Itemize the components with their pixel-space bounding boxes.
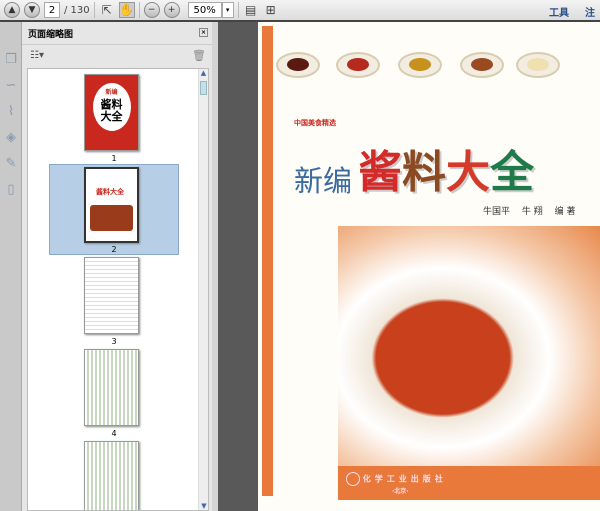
bookmark-icon[interactable]: ❐ bbox=[4, 52, 18, 67]
title-char: 全 bbox=[490, 147, 535, 198]
panel-toolbar: ☷▾ 🗑 bbox=[22, 45, 212, 65]
select-tool-icon[interactable]: ⇱ bbox=[99, 2, 115, 18]
sauce-bowl bbox=[276, 52, 320, 78]
tools-button[interactable]: 工具 bbox=[549, 4, 569, 19]
panel-splitter[interactable] bbox=[212, 22, 218, 511]
previous-page-button[interactable]: ▲ bbox=[4, 2, 20, 18]
thumbnail-label: 4 bbox=[111, 429, 117, 438]
publisher: 化学工业出版社 bbox=[362, 474, 447, 484]
thumbnail-page-1[interactable]: 新编 酱料 大全 bbox=[84, 74, 139, 151]
sauce-bowl bbox=[460, 52, 504, 78]
thumbnail-label: 1 bbox=[111, 154, 117, 163]
publisher-city: ·北京· bbox=[392, 488, 409, 495]
document-page: 中国美食精选 新编 酱 料 大 全 牛国平 牛 翔 编 著 化学工业出版社 ·北… bbox=[258, 22, 600, 511]
toolbar: ▲ ▼ 2 / 130 ⇱ ✋ − + 50% ▾ ▤ ⊞ 工具 注释 bbox=[0, 0, 600, 34]
sauce-bowl bbox=[398, 52, 442, 78]
thumbnail-label: 3 bbox=[111, 337, 117, 346]
panel-title: 页面缩略图 bbox=[28, 29, 74, 40]
zoom-in-button[interactable]: + bbox=[163, 2, 180, 18]
zoom-dropdown-chevron-icon[interactable]: ▾ bbox=[221, 2, 234, 18]
thumbnail-page-4[interactable] bbox=[84, 349, 139, 426]
fit-width-icon[interactable]: ⊞ bbox=[263, 2, 279, 18]
thumbnail-page-2[interactable]: 酱料大全 bbox=[84, 167, 139, 243]
food-photo bbox=[338, 226, 600, 466]
close-panel-icon[interactable]: × bbox=[199, 28, 208, 37]
navigation-icon-strip: ❐ ∽ ⌇ ◈ ✎ ▯ bbox=[0, 22, 22, 511]
thumb-title-2: 大全 bbox=[100, 110, 123, 123]
layers-icon[interactable]: ◈ bbox=[4, 130, 18, 145]
page-total: / 130 bbox=[64, 4, 90, 16]
publisher-band: 化学工业出版社 ·北京· bbox=[338, 466, 600, 500]
options-menu-icon[interactable]: ☷▾ bbox=[30, 50, 44, 61]
edit-signature-icon[interactable]: ✎ bbox=[4, 156, 18, 171]
scrollbar[interactable]: ▲ ▼ bbox=[198, 69, 208, 510]
zoom-out-button[interactable]: − bbox=[143, 2, 160, 18]
fit-page-icon[interactable]: ▤ bbox=[243, 2, 259, 18]
thumbnails-panel: 页面缩略图 × ☷▾ 🗑 新编 酱料 大全 1 酱料大全 2 3 4 ▲ ▼ bbox=[22, 22, 212, 511]
thumbnail-page-5[interactable] bbox=[84, 441, 139, 510]
next-page-button[interactable]: ▼ bbox=[24, 2, 40, 18]
authors: 牛国平 牛 翔 编 著 bbox=[483, 207, 576, 217]
sauce-bowl bbox=[336, 52, 380, 78]
panel-header: 页面缩略图 × bbox=[22, 22, 212, 45]
divider bbox=[93, 2, 95, 18]
title-prefix: 新编 bbox=[294, 164, 353, 198]
hand-tool-icon[interactable]: ✋ bbox=[118, 2, 135, 18]
thumbnail-label: 2 bbox=[111, 245, 117, 254]
title-char: 大 bbox=[446, 147, 491, 198]
thumbnail-list: 新编 酱料 大全 1 酱料大全 2 3 4 ▲ ▼ bbox=[27, 68, 209, 511]
title-char: 酱 bbox=[358, 147, 403, 198]
orange-strip bbox=[262, 26, 273, 496]
thumb-title: 酱料大全 bbox=[96, 188, 124, 196]
zoom-input[interactable]: 50% bbox=[187, 2, 222, 18]
sauce-bowl bbox=[516, 52, 560, 78]
divider bbox=[138, 2, 140, 18]
page-number-input[interactable]: 2 bbox=[44, 2, 60, 18]
publisher-logo-icon bbox=[346, 472, 360, 486]
document-icon[interactable]: ▯ bbox=[4, 182, 18, 197]
title-char: 料 bbox=[402, 147, 447, 198]
thumbnail-page-3[interactable] bbox=[84, 257, 139, 334]
signature-icon[interactable]: ∽ bbox=[4, 78, 18, 93]
series-label: 中国美食精选 bbox=[294, 119, 336, 127]
attachment-icon[interactable]: ⌇ bbox=[4, 104, 18, 119]
divider bbox=[237, 2, 239, 18]
delete-icon[interactable]: 🗑 bbox=[192, 49, 206, 62]
book-title: 新编 酱 料 大 全 bbox=[294, 136, 534, 200]
